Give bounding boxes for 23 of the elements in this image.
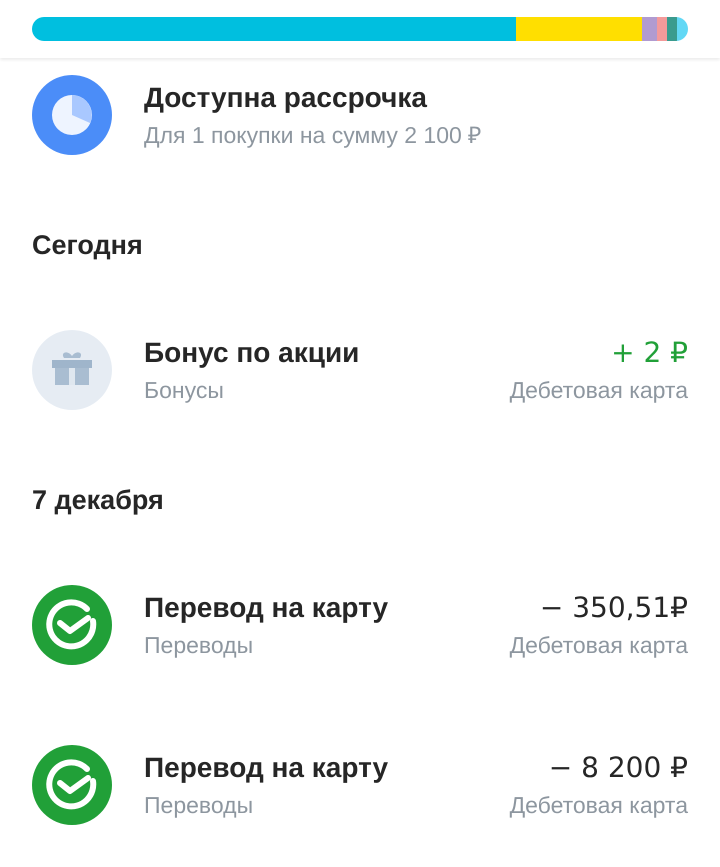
operation-title: Бонус по акции	[144, 336, 360, 370]
check-logo-icon	[32, 745, 112, 825]
installment-subtitle: Для 1 покупки на сумму 2 100 ₽	[144, 121, 482, 149]
operation-amount: + 2 ₽	[611, 336, 688, 370]
pie-chart-icon[interactable]	[32, 75, 112, 155]
operation-amount: − 8 200 ₽	[548, 751, 688, 785]
operation-account: Дебетовая карта	[510, 376, 688, 404]
date-heading: 7 декабря	[32, 484, 164, 517]
operation-amount: − 350,51₽	[540, 591, 688, 625]
check-logo-icon	[32, 585, 112, 665]
operation-row[interactable]: Перевод на карту − 350,51₽ Переводы Дебетовая карта	[0, 585, 720, 665]
operation-title: Перевод на карту	[144, 751, 388, 785]
operation-row[interactable]: Перевод на карту − 8 200 ₽ Переводы Дебетовая карта	[0, 745, 720, 825]
operation-title: Перевод на карту	[144, 591, 388, 625]
installment-title[interactable]: Доступна рассрочка	[144, 81, 482, 115]
operation-row[interactable]: Бонус по акции + 2 ₽ Бонусы Дебетовая карта	[0, 330, 720, 410]
operation-account: Дебетовая карта	[510, 631, 688, 659]
operation-account: Дебетовая карта	[510, 791, 688, 819]
operation-category: Переводы	[144, 791, 254, 819]
gift-icon	[32, 330, 112, 410]
date-heading: Сегодня	[32, 228, 143, 262]
operation-category: Переводы	[144, 631, 254, 659]
operation-category: Бонусы	[144, 376, 224, 404]
